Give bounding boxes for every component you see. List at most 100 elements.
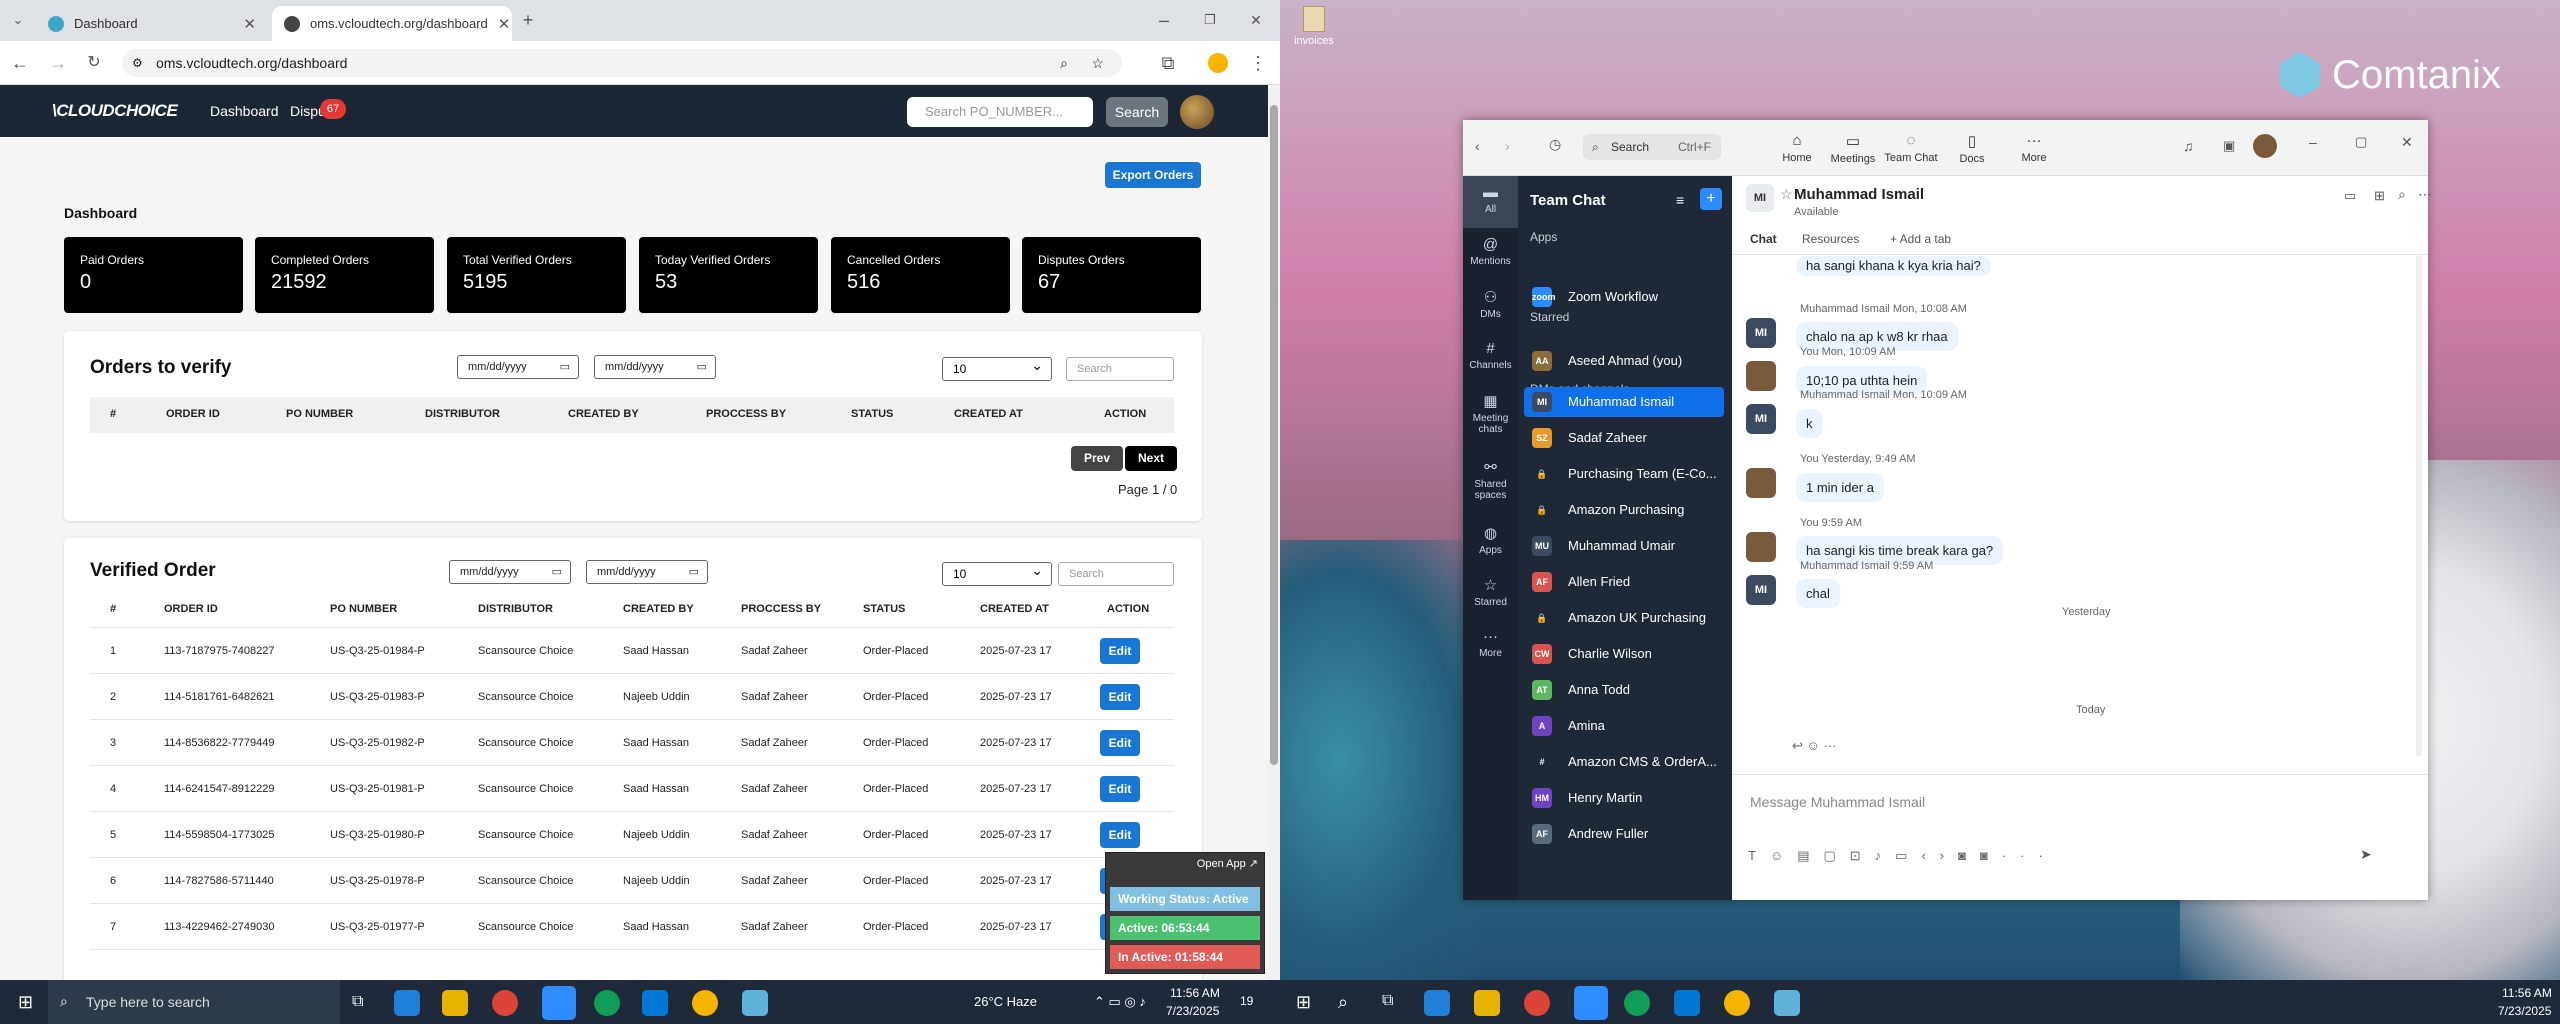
chat-list-item[interactable]: AT Anna Todd [1524,675,1724,705]
message-bubble[interactable]: chal [1796,579,1840,609]
chat-list-item[interactable]: zoom Zoom Workflow [1524,282,1724,312]
from-date-input[interactable]: mm/dd/yyyy [449,560,571,584]
back-icon[interactable]: ← [8,51,32,75]
rail-more[interactable]: ··· More [1463,628,1518,659]
edge-icon[interactable] [1424,990,1450,1016]
chrome-icon[interactable] [1624,990,1650,1016]
zoom-search[interactable]: ⌕ Search Ctrl+F [1583,134,1721,160]
history-icon[interactable]: ◷ [1549,136,1561,153]
send-icon[interactable]: ➤ [2360,846,2372,863]
section-apps[interactable]: Apps [1530,230,1557,244]
profile-avatar[interactable] [1208,53,1228,73]
windows-start-icon[interactable]: ⊞ [18,992,33,1013]
reload-icon[interactable]: ↻ [82,51,106,75]
url-input[interactable]: ⚙ oms.vcloudtech.org/dashboard ⌕ ☆ [122,49,1122,77]
new-chat-icon[interactable]: + [1700,188,1722,210]
chat-list-item[interactable]: AA Aseed Ahmad (you) [1524,346,1724,376]
file-explorer-icon[interactable] [1474,990,1500,1016]
zoom-taskbar-icon[interactable] [1574,986,1608,1020]
edit-button[interactable]: Edit [1100,638,1140,664]
chat-list-item[interactable]: 🔒 Purchasing Team (E-Co... [1524,459,1724,489]
chrome-icon[interactable] [594,990,620,1016]
clock-date[interactable]: 7/23/2025 [1166,1004,1219,1018]
app-icon[interactable] [742,990,768,1016]
chat-list-item[interactable]: 🔒 Amazon Purchasing [1524,495,1724,525]
top-docs[interactable]: ▯ Docs [1942,132,2002,165]
chrome-icon[interactable] [1724,990,1750,1016]
bell-icon[interactable]: ♫ [2183,138,2194,154]
next-button[interactable]: Next [1125,446,1177,471]
section-starred[interactable]: Starred [1530,310,1569,324]
top-home[interactable]: ⌂ Home [1767,132,1827,164]
message-bubble[interactable]: 1 min ider a [1796,472,1884,502]
page-size-select[interactable]: 10 [942,354,1052,381]
zoom-avatar[interactable] [2253,134,2277,158]
windows-start-icon[interactable]: ⊞ [1296,992,1311,1013]
tab-resources[interactable]: Resources [1802,232,1859,246]
edge-icon[interactable] [394,990,420,1016]
edit-button[interactable]: Edit [1100,684,1140,710]
sender-avatar-mi[interactable]: MI [1746,404,1776,435]
sender-avatar-mi[interactable]: MI [1746,318,1776,349]
file-explorer-icon[interactable] [442,990,468,1016]
table-search-input[interactable]: Search [1058,562,1174,586]
clock-time[interactable]: 11:56 AM [2502,986,2552,1000]
weather-widget[interactable]: 26°C Haze [974,994,1037,1009]
top-team-chat[interactable]: ◌ Team Chat [1881,132,1941,164]
clock-time[interactable]: 11:56 AM [1170,986,1220,1000]
rail-channels[interactable]: # Channels [1463,340,1518,371]
notification-count[interactable]: 19 [1240,994,1253,1008]
chat-list-item[interactable]: A Amina [1524,711,1724,741]
page-size-select[interactable]: 10 [942,559,1052,586]
from-date-input[interactable]: mm/dd/yyyy [457,355,579,379]
compose-box[interactable]: Message Muhammad Ismail T☺▤▢⊡♪▭‹›◙◙··· ➤ [1732,788,2428,888]
minimize-icon[interactable]: – [2309,134,2317,150]
more-icon[interactable]: ⋯ [2418,186,2432,203]
restore-icon[interactable]: ❐ [1198,8,1222,32]
minimize-icon[interactable]: – [1152,8,1176,32]
to-date-input[interactable]: mm/dd/yyyy [586,560,708,584]
task-view-icon[interactable]: ⧉ [1382,992,1393,1010]
screen-icon[interactable]: ⊞ [2374,188,2385,204]
tab-list-icon[interactable]: ⌄ [6,8,30,32]
extensions-icon[interactable]: ⧉ [1156,51,1180,75]
desktop-icon-invoices[interactable]: invoices [1292,6,1336,47]
clock-date[interactable]: 7/23/2025 [2498,1004,2551,1018]
forward-icon[interactable]: › [1505,138,1510,154]
chat-list-item[interactable]: 🔒 Amazon UK Purchasing [1524,603,1724,633]
open-app-link[interactable]: Open App ↗ [1197,857,1258,870]
chat-list-item[interactable]: AF Andrew Fuller [1524,819,1724,849]
message-bubble[interactable]: k [1796,408,1823,438]
message-bubble[interactable]: ha sangi khana k kya kria hai? [1796,256,1991,276]
forward-icon[interactable]: → [46,51,70,75]
chat-list-item[interactable]: CW Charlie Wilson [1524,639,1724,669]
app-logo[interactable]: \CLOUDCHOICE [52,101,178,121]
compose-input[interactable]: Message Muhammad Ismail [1750,794,1925,810]
rail-all[interactable]: ▬ All [1463,176,1518,228]
edit-button[interactable]: Edit [1100,822,1140,848]
close-window-icon[interactable]: ✕ [1244,8,1268,32]
user-avatar[interactable] [1180,95,1214,129]
chat-list-item[interactable]: AF Allen Fried [1524,567,1724,597]
rail-shared-spaces[interactable]: ⚯ Shared spaces [1463,458,1518,501]
rail-mentions[interactable]: @ Mentions [1463,236,1518,267]
chrome-icon[interactable] [692,990,718,1016]
sender-avatar-you[interactable] [1746,361,1776,392]
outlook-icon[interactable] [1674,990,1700,1016]
chat-list-item[interactable]: MI Muhammad Ismail [1524,387,1724,417]
sender-avatar-you[interactable] [1746,468,1776,499]
whiteboard-icon[interactable]: ▣ [2223,138,2235,154]
outlook-icon[interactable] [642,990,668,1016]
search-icon[interactable]: ⌕ [2398,186,2406,203]
nav-dashboard[interactable]: Dashboard [210,103,279,119]
close-tab-icon[interactable]: ✕ [498,15,511,33]
zoom-lens-icon[interactable]: ⌕ [1060,49,1068,77]
back-icon[interactable]: ‹ [1475,138,1480,154]
video-icon[interactable]: ▭ [2344,188,2356,204]
table-search-input[interactable]: Search [1066,357,1174,381]
edit-button[interactable]: Edit [1100,730,1140,756]
bookmark-star-icon[interactable]: ☆ [1091,49,1104,77]
chat-list-item[interactable]: HM Henry Martin [1524,783,1724,813]
chrome-icon[interactable] [1524,990,1550,1016]
tab-dashboard[interactable]: Dashboard ✕ [36,6,268,41]
